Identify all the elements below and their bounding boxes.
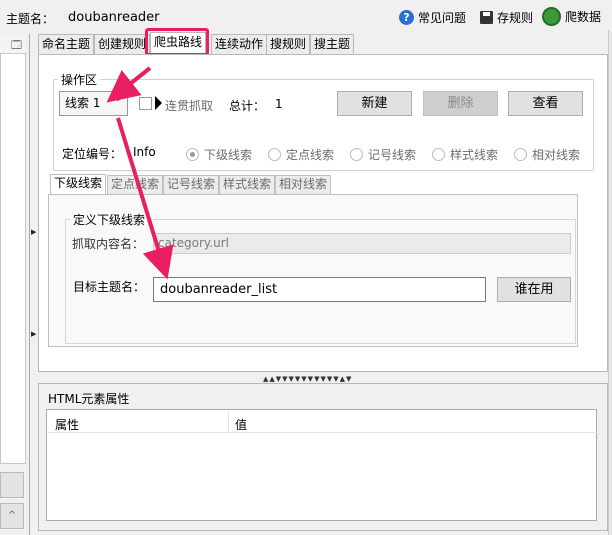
annotation-arrows [106,66,174,280]
arrow-to-target-topic [116,117,174,280]
arrow-to-thread-select [106,66,152,103]
